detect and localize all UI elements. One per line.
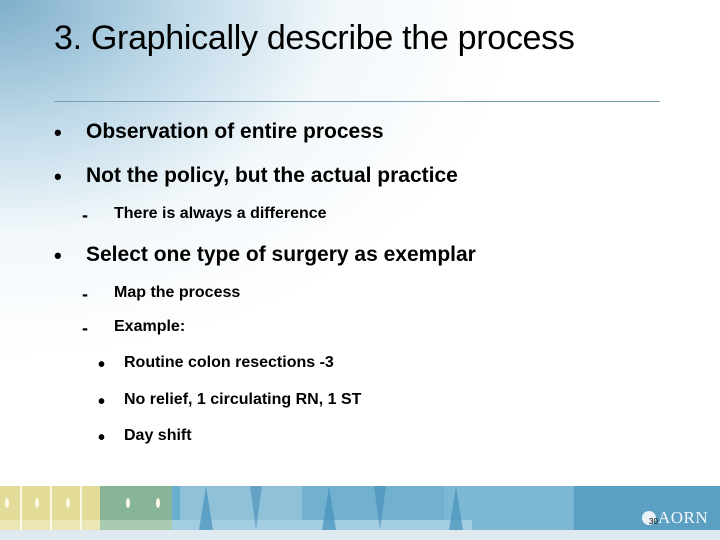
band-divider (80, 486, 82, 530)
bullet-text: No relief, 1 circulating RN, 1 ST (124, 391, 362, 408)
band-green-light (100, 520, 172, 530)
bullet-text: Example: (114, 318, 186, 335)
bullet-text: Not the policy, but the actual practice (86, 164, 458, 187)
bullet-text: Select one type of surgery as exemplar (86, 243, 476, 266)
title-underline (54, 101, 660, 102)
band-ornament (66, 498, 70, 508)
dash-marker: - (82, 205, 88, 225)
page-number: 30 (649, 517, 658, 526)
bullet-marker: • (98, 391, 106, 413)
bullet-item: • Not the policy, but the actual practic… (54, 164, 458, 189)
band-ornament (5, 498, 9, 508)
sub-bullet-item: - Example: (82, 318, 186, 338)
band-ornament (126, 498, 130, 508)
band-ornament (156, 498, 160, 508)
bullet-text: Observation of entire process (86, 120, 384, 143)
sub-sub-bullet-item: • Routine colon resections -3 (98, 354, 334, 376)
band-spike (322, 486, 336, 530)
footer-band (0, 486, 720, 540)
sub-sub-bullet-item: • No relief, 1 circulating RN, 1 ST (98, 391, 362, 413)
bullet-item: • Select one type of surgery as exemplar (54, 243, 476, 268)
logo-text: AORN (658, 508, 709, 527)
bullet-marker: • (54, 243, 62, 268)
sub-bullet-item: - There is always a difference (82, 205, 327, 225)
bullet-marker: • (54, 120, 62, 145)
band-spike (199, 486, 213, 530)
band-divider (50, 486, 52, 530)
band-spike (449, 486, 463, 530)
bullet-marker: • (54, 164, 62, 189)
band-ornament (35, 498, 39, 508)
bullet-text: Map the process (114, 284, 241, 301)
band-divider (20, 486, 22, 530)
slide-title: 3. Graphically describe the process (54, 19, 575, 57)
sub-bullet-item: - Map the process (82, 284, 241, 304)
bullet-marker: • (98, 354, 106, 376)
bullet-marker: • (98, 427, 106, 449)
dash-marker: - (82, 284, 88, 304)
footer-strip (0, 530, 720, 540)
bullet-item: • Observation of entire process (54, 120, 384, 145)
bullet-text: Day shift (124, 427, 192, 444)
bullet-text: There is always a difference (114, 205, 327, 222)
sub-sub-bullet-item: • Day shift (98, 427, 192, 449)
band-spike (250, 486, 262, 530)
bullet-text: Routine colon resections -3 (124, 354, 334, 371)
band-spike (374, 486, 386, 530)
dash-marker: - (82, 318, 88, 338)
